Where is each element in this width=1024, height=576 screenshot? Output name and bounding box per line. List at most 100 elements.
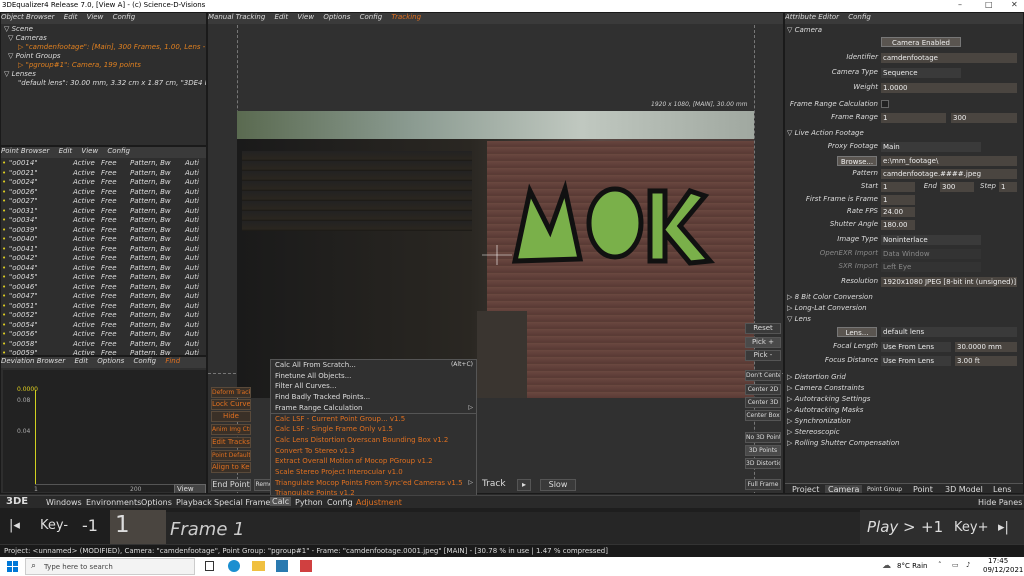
tree-cameras[interactable]: ▽ Cameras xyxy=(4,34,206,43)
menu-edit[interactable]: Edit xyxy=(64,13,78,21)
menu-tracking[interactable]: Tracking xyxy=(391,13,421,21)
hide-button[interactable]: Hide xyxy=(211,411,251,422)
lens-name-field[interactable]: default lens xyxy=(881,327,1017,337)
calc-menu-item[interactable]: Convert To Stereo v1.3 xyxy=(271,446,476,457)
menu-options[interactable]: Options xyxy=(97,357,124,365)
tab-camera[interactable]: Camera xyxy=(825,485,863,493)
tray-chevron-icon[interactable]: ˄ xyxy=(938,561,942,569)
center-2d-button[interactable]: Center 2D xyxy=(745,384,781,395)
minus-one-button[interactable]: -1 xyxy=(82,516,98,535)
point-row[interactable]: • "o0034" Active Free Pattern, Bw Auti xyxy=(1,216,206,226)
lens-button[interactable]: Lens... xyxy=(837,327,877,337)
point-row[interactable]: • "o0044" Active Free Pattern, Bw Auti xyxy=(1,264,206,274)
frame-number-box[interactable]: 1 xyxy=(110,510,166,544)
image-type-select[interactable]: Noninterlace xyxy=(881,235,981,245)
menu-calc[interactable]: Calc xyxy=(270,497,292,506)
menu-edit[interactable]: Edit xyxy=(275,13,289,21)
section-lens[interactable]: ▽ Lens xyxy=(787,315,811,323)
tree-pgroup-item[interactable]: ▷ "pgroup#1": Camera, 199 points xyxy=(4,61,206,70)
camera-type-select[interactable]: Sequence xyxy=(881,68,961,78)
section-autotracking-settings[interactable]: ▷ Autotracking Settings xyxy=(787,395,870,403)
tab-3d-model[interactable]: 3D Model xyxy=(945,485,983,493)
section-long-lat[interactable]: ▷ Long-Lat Conversion xyxy=(787,304,867,312)
calc-menu-item[interactable]: Filter All Curves... xyxy=(271,381,476,392)
minimize-icon[interactable]: – xyxy=(958,0,962,9)
menu-adjustment[interactable]: Adjustment xyxy=(356,498,402,507)
lock-curve-button[interactable]: Lock Curve xyxy=(211,399,251,410)
slow-button[interactable]: Slow xyxy=(540,479,576,491)
menu-python[interactable]: Python xyxy=(295,498,323,507)
center-box-button[interactable]: Center Box xyxy=(745,410,781,421)
menu-options[interactable]: Options xyxy=(141,498,172,507)
windows-start-icon[interactable] xyxy=(7,561,18,572)
menu-find[interactable]: Find xyxy=(165,357,180,365)
menu-object-browser[interactable]: Object Browser xyxy=(1,13,55,21)
menu-config[interactable]: Config xyxy=(360,13,383,21)
point-row[interactable]: • "o0026" Active Free Pattern, Bw Auti xyxy=(1,188,206,198)
focus-distance-mode-select[interactable]: Use From Lens xyxy=(881,356,951,366)
file-explorer-icon[interactable] xyxy=(252,561,265,571)
section-stereoscopic[interactable]: ▷ Stereoscopic xyxy=(787,428,840,436)
menu-attribute-editor[interactable]: Attribute Editor xyxy=(785,13,839,21)
tab-point-group[interactable]: Point Group xyxy=(867,486,902,493)
last-frame-icon[interactable]: ▸| xyxy=(998,520,1009,535)
footage-path-field[interactable]: e:\mm_footage\ xyxy=(881,156,1017,166)
point-defaults-button[interactable]: Point Defaults xyxy=(211,450,251,461)
point-row[interactable]: • "o0059" Active Free Pattern, Bw Auti xyxy=(1,349,206,355)
section-8bit-color[interactable]: ▷ 8 Bit Color Conversion xyxy=(787,293,873,301)
menu-config[interactable]: Config xyxy=(107,147,130,155)
pick-minus-button[interactable]: Pick - xyxy=(745,350,781,361)
calc-menu-item[interactable]: Extract Overall Motion of Mocop PGroup v… xyxy=(271,456,476,467)
pick-plus-button[interactable]: Pick + xyxy=(745,337,781,348)
key-plus-button[interactable]: Key+ xyxy=(954,520,988,535)
point-row[interactable]: • "o0041" Active Free Pattern, Bw Auti xyxy=(1,245,206,255)
deviation-graph[interactable]: 0.0000 0.08 0.04 1 200 View All xyxy=(3,370,206,493)
track-label[interactable]: Track xyxy=(482,479,506,489)
frame-range-start-field[interactable]: 1 xyxy=(881,113,946,123)
point-row[interactable]: • "o0027" Active Free Pattern, Bw Auti xyxy=(1,197,206,207)
point-row[interactable]: • "o0042" Active Free Pattern, Bw Auti xyxy=(1,254,206,264)
weight-field[interactable]: 1.0000 xyxy=(881,83,1017,93)
tree-point-groups[interactable]: ▽ Point Groups xyxy=(4,52,206,61)
task-view-icon[interactable] xyxy=(205,561,214,571)
no-3d-points-button[interactable]: No 3D Points xyxy=(745,432,781,443)
align-to-key-button[interactable]: Align to Key xyxy=(211,462,251,473)
proxy-footage-select[interactable]: Main xyxy=(881,142,981,152)
calc-menu-item[interactable]: Calc LSF - Single Frame Only v1.5 xyxy=(271,424,476,435)
anim-img-ctrls-button[interactable]: Anim Img Ctrls xyxy=(211,424,251,435)
point-row[interactable]: • "o0039" Active Free Pattern, Bw Auti xyxy=(1,226,206,236)
menu-config[interactable]: Config xyxy=(134,357,157,365)
frame-range-calc-checkbox[interactable] xyxy=(881,100,889,108)
menu-view[interactable]: View xyxy=(81,147,98,155)
focal-length-mode-select[interactable]: Use From Lens xyxy=(881,342,951,352)
focal-length-field[interactable]: 30.0000 mm xyxy=(955,342,1017,352)
tree-camera-item[interactable]: ▷ "camdenfootage": [Main], 300 Frames, 1… xyxy=(4,43,206,52)
point-row[interactable]: • "o0056" Active Free Pattern, Bw Auti xyxy=(1,330,206,340)
menu-special-frames[interactable]: Special Frames xyxy=(214,498,274,507)
section-synchronization[interactable]: ▷ Synchronization xyxy=(787,417,851,425)
pattern-field[interactable]: camdenfootage.####.jpeg xyxy=(881,169,1017,179)
menu-point-browser[interactable]: Point Browser xyxy=(1,147,49,155)
tab-project[interactable]: Project xyxy=(792,485,819,493)
point-row[interactable]: • "o0046" Active Free Pattern, Bw Auti xyxy=(1,283,206,293)
point-row[interactable]: • "o0051" Active Free Pattern, Bw Auti xyxy=(1,302,206,312)
calc-menu-item[interactable]: Triangulate Mocop Points From Sync'ed Ca… xyxy=(271,478,476,489)
section-live-action-footage[interactable]: ▽ Live Action Footage xyxy=(787,129,864,137)
shutter-angle-field[interactable]: 180.00 xyxy=(881,220,915,230)
step-field[interactable]: 1 xyxy=(999,182,1017,192)
end-field[interactable]: 300 xyxy=(940,182,974,192)
frame-range-end-field[interactable]: 300 xyxy=(951,113,1017,123)
menu-config[interactable]: Config xyxy=(113,13,136,21)
plus-one-button[interactable]: +1 xyxy=(921,518,943,536)
menu-edit[interactable]: Edit xyxy=(74,357,88,365)
end-point-button[interactable]: End Point xyxy=(211,479,251,491)
timeline-scrubber[interactable]: Frame 1 xyxy=(166,512,860,544)
app-icon[interactable] xyxy=(300,560,312,572)
focus-distance-field[interactable]: 3.00 ft xyxy=(955,356,1017,366)
calc-menu-item[interactable]: Find Badly Tracked Points... xyxy=(271,392,476,403)
menu-view[interactable]: View xyxy=(87,13,104,21)
dont-center-button[interactable]: Don't Center xyxy=(745,370,781,381)
menu-view[interactable]: View xyxy=(297,13,314,21)
tab-point[interactable]: Point xyxy=(913,485,933,493)
3d-points-button[interactable]: 3D Points xyxy=(745,445,781,456)
